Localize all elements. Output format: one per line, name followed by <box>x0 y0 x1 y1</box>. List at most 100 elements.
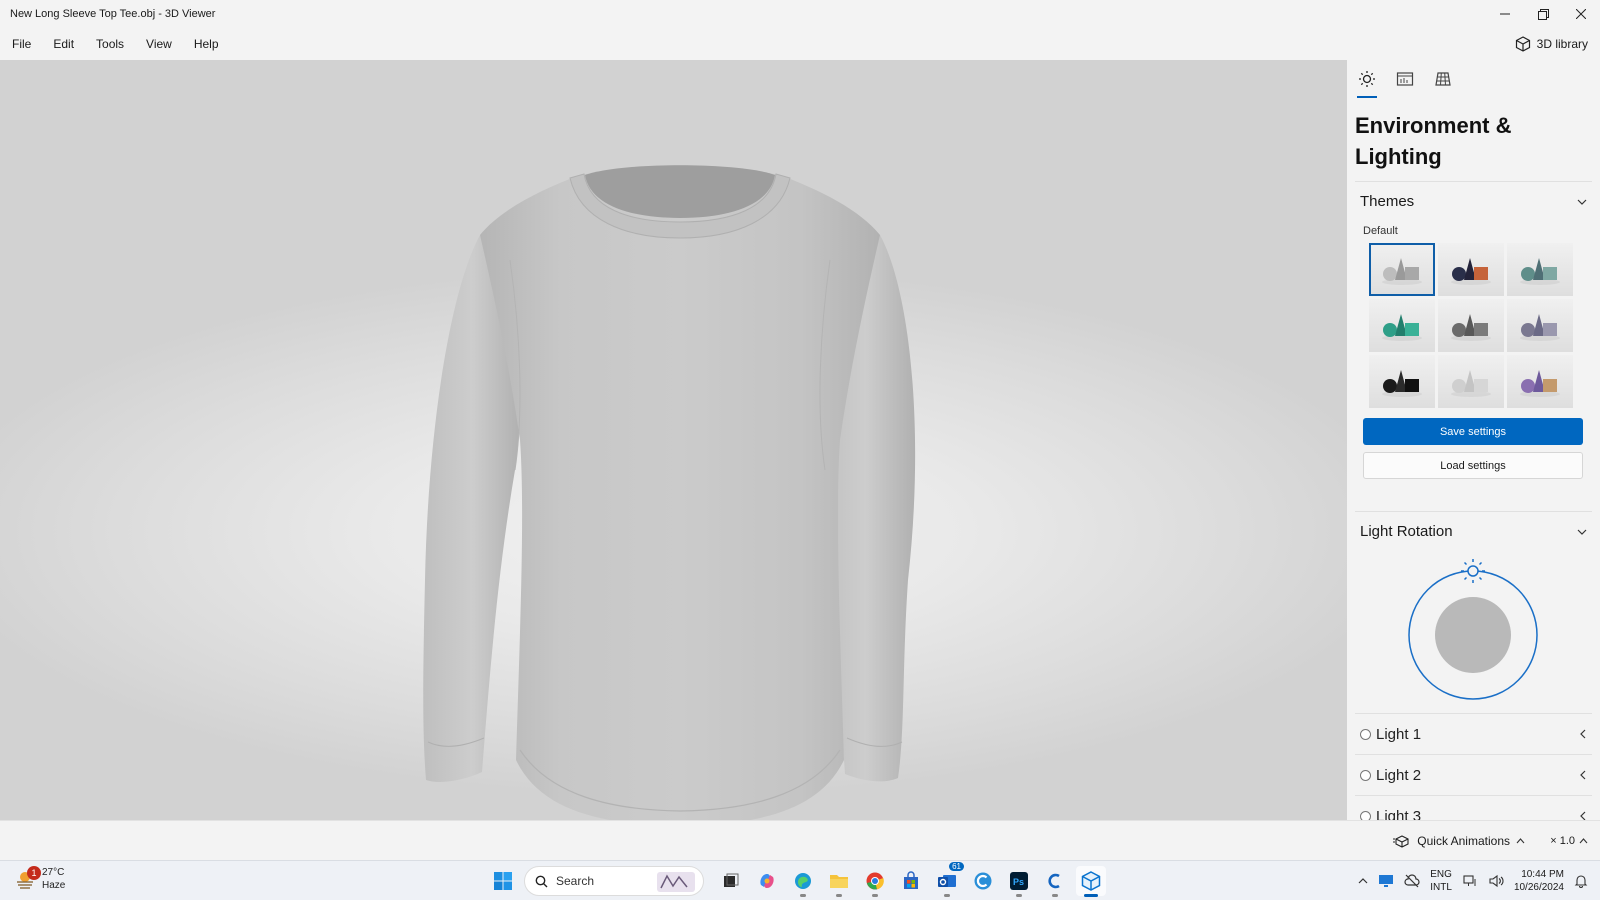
theme-preview-icon <box>1451 369 1491 397</box>
start-button[interactable] <box>488 866 518 896</box>
theme-swatch[interactable] <box>1438 243 1504 296</box>
light-2-row[interactable]: Light 2 <box>1355 754 1592 795</box>
copilot-button[interactable] <box>752 866 782 896</box>
menu-tools[interactable]: Tools <box>85 28 135 60</box>
menu-view[interactable]: View <box>135 28 183 60</box>
chevron-down-icon <box>1577 199 1587 205</box>
light-rotation-header[interactable]: Light Rotation <box>1355 511 1592 551</box>
restore-button[interactable] <box>1524 0 1562 28</box>
file-explorer-button[interactable] <box>824 866 854 897</box>
photoshop-button[interactable]: Ps <box>1004 866 1034 897</box>
3d-library-button[interactable]: 3D library <box>1515 28 1588 60</box>
language-top: ENG <box>1430 869 1452 880</box>
shirt-model[interactable] <box>420 110 940 820</box>
3d-viewer-button[interactable] <box>1076 866 1106 897</box>
task-view-button[interactable] <box>716 866 746 896</box>
theme-preview-icon <box>1382 313 1422 341</box>
weather-widget[interactable]: 1 27°C Haze <box>14 866 65 892</box>
panel-tabs <box>1347 60 1600 100</box>
chrome-button[interactable] <box>860 866 890 897</box>
tab-environment[interactable] <box>1357 70 1377 98</box>
chrome-icon <box>866 872 884 890</box>
close-icon <box>1576 9 1586 19</box>
theme-preview-icon <box>1451 313 1491 341</box>
light-2-radio[interactable] <box>1360 769 1371 781</box>
light-3-radio[interactable] <box>1360 810 1371 820</box>
search-highlight-icon <box>657 872 695 892</box>
environment-panel: Environment & Lighting Themes Default Sa… <box>1347 60 1600 820</box>
load-settings-button[interactable]: Load settings <box>1363 452 1583 479</box>
quick-animations-button[interactable]: Quick Animations <box>1393 821 1525 861</box>
menu-help[interactable]: Help <box>183 28 230 60</box>
store-button[interactable] <box>896 866 926 896</box>
menu-edit[interactable]: Edit <box>42 28 85 60</box>
cloud-off-icon[interactable] <box>1404 874 1420 888</box>
animation-speed-label: × 1.0 <box>1550 835 1575 847</box>
theme-swatch[interactable] <box>1438 299 1504 352</box>
quick-animations-label: Quick Animations <box>1417 834 1510 848</box>
outlook-badge: 61 <box>949 862 964 871</box>
grid-icon <box>1435 72 1451 86</box>
theme-swatch[interactable] <box>1438 355 1504 408</box>
chevron-up-icon[interactable] <box>1358 878 1368 884</box>
theme-preview-icon <box>1382 257 1422 285</box>
outlook-button[interactable]: 61 <box>932 862 964 897</box>
menu-file[interactable]: File <box>0 28 42 60</box>
tab-grid[interactable] <box>1433 70 1453 98</box>
taskbar-search[interactable]: Search <box>524 866 704 896</box>
theme-swatch[interactable] <box>1369 299 1435 352</box>
light-1-label: Light 1 <box>1376 725 1422 743</box>
clock[interactable]: 10:44 PM 10/26/2024 <box>1514 868 1564 894</box>
search-icon <box>535 875 548 887</box>
close-button[interactable] <box>1562 0 1600 28</box>
edge-button[interactable] <box>788 866 818 897</box>
network-icon[interactable] <box>1462 874 1478 888</box>
theme-preview-icon <box>1520 257 1560 285</box>
svg-text:Ps: Ps <box>1013 877 1024 887</box>
themes-header[interactable]: Themes <box>1355 181 1592 221</box>
folder-icon <box>830 875 848 888</box>
title-bar: New Long Sleeve Top Tee.obj - 3D Viewer <box>0 0 1600 28</box>
monitor-icon[interactable] <box>1378 874 1394 888</box>
theme-swatch[interactable] <box>1507 243 1573 296</box>
panel-title: Environment & Lighting <box>1355 113 1512 169</box>
save-settings-button[interactable]: Save settings <box>1363 418 1583 445</box>
restore-icon <box>1537 8 1549 20</box>
3d-viewer-icon <box>1081 871 1101 891</box>
theme-swatch[interactable] <box>1507 355 1573 408</box>
themes-label: Themes <box>1360 193 1415 210</box>
light-3-label: Light 3 <box>1376 807 1422 821</box>
light-rotation-control[interactable] <box>1347 551 1600 701</box>
clock-time: 10:44 PM <box>1521 869 1564 880</box>
language-indicator[interactable]: ENG INTL <box>1430 868 1452 894</box>
light-2-label: Light 2 <box>1376 766 1422 784</box>
theme-preview-icon <box>1520 369 1560 397</box>
volume-icon[interactable] <box>1488 874 1504 888</box>
chevron-up-icon <box>1579 838 1588 844</box>
light-1-row[interactable]: Light 1 <box>1355 713 1592 754</box>
window-title: New Long Sleeve Top Tee.obj - 3D Viewer <box>10 8 216 20</box>
light-1-radio[interactable] <box>1360 728 1371 740</box>
sun-icon <box>1359 71 1375 87</box>
3d-library-label: 3D library <box>1536 37 1588 51</box>
theme-swatch[interactable] <box>1507 299 1573 352</box>
tab-stats[interactable] <box>1395 70 1415 98</box>
animation-speed-button[interactable]: × 1.0 <box>1550 821 1588 861</box>
theme-swatch[interactable] <box>1369 243 1435 296</box>
taskbar-apps: Search 61 Ps <box>488 862 1106 897</box>
3d-viewport[interactable] <box>0 60 1347 820</box>
copilot-icon <box>760 874 774 888</box>
c-app-button[interactable] <box>968 866 998 896</box>
minimize-button[interactable] <box>1486 0 1524 28</box>
theme-swatch[interactable] <box>1369 355 1435 408</box>
light-rotation-label: Light Rotation <box>1360 523 1453 540</box>
clock-date: 10/26/2024 <box>1513 882 1564 893</box>
notification-bell-icon[interactable] <box>1574 874 1588 888</box>
taskbar: 1 27°C Haze Search 61 Ps ENG INTL 10:44 … <box>0 860 1600 900</box>
themes-default-label: Default <box>1363 225 1398 237</box>
chevron-down-icon <box>1577 529 1587 535</box>
light-rotation-dial[interactable] <box>1347 551 1600 701</box>
store-icon <box>904 871 918 889</box>
light-3-row[interactable]: Light 3 <box>1355 795 1592 820</box>
cortana-button[interactable] <box>1040 866 1070 897</box>
